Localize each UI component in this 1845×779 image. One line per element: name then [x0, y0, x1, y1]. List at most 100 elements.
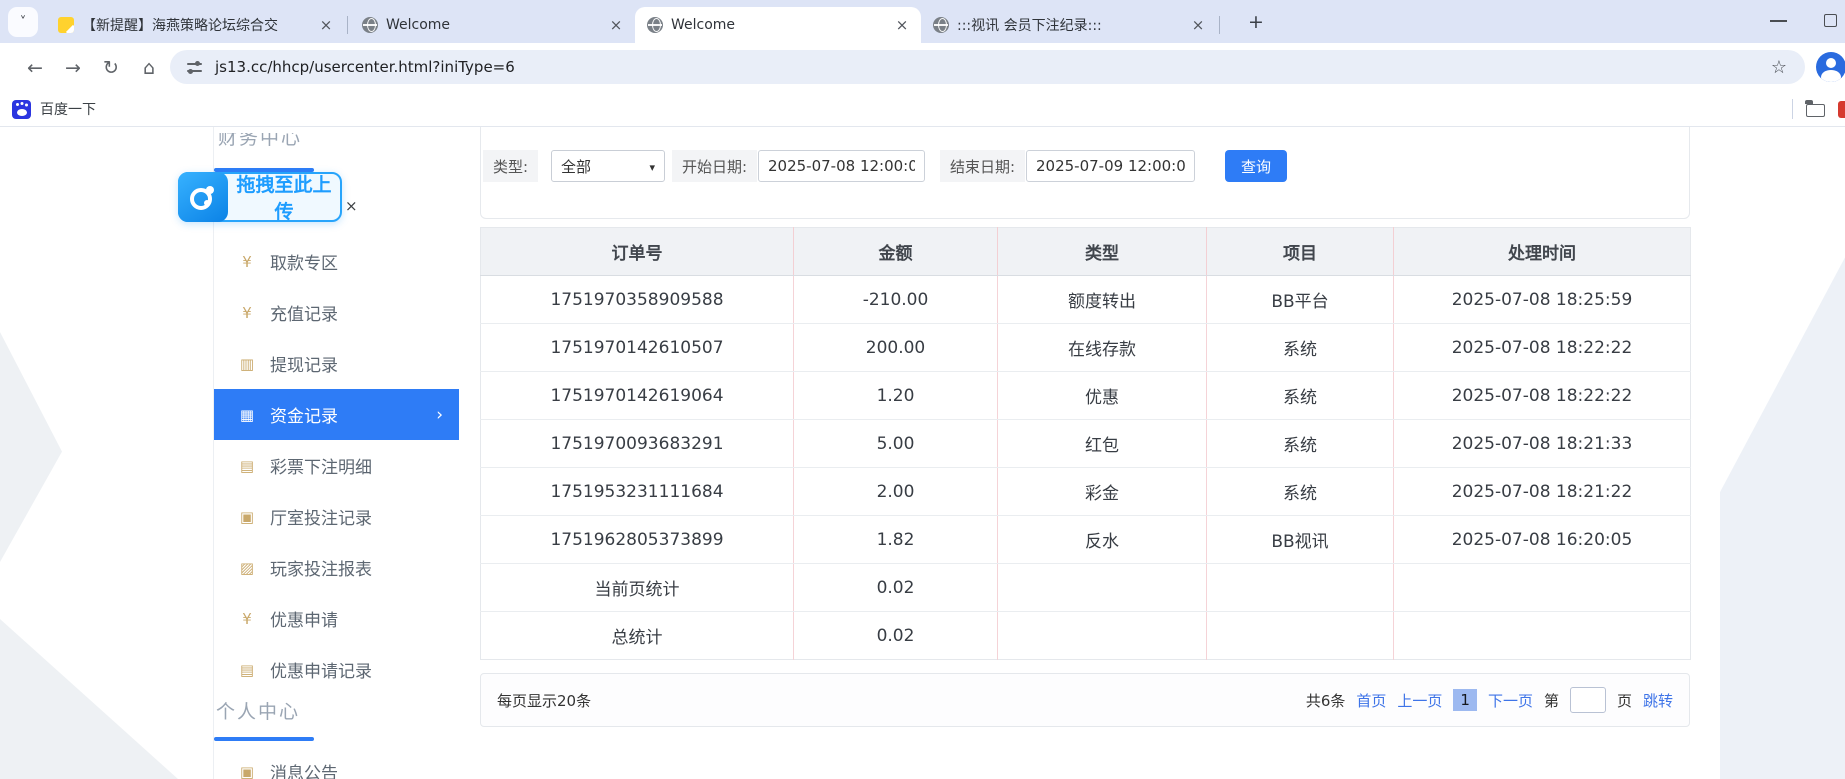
- end-date-input[interactable]: [1026, 150, 1195, 182]
- sidebar-item-cashout-record[interactable]: ▥提现记录: [214, 338, 459, 389]
- window-restore-button[interactable]: [1824, 14, 1837, 27]
- end-date-label: 结束日期:: [940, 150, 1025, 182]
- tab-close-icon[interactable]: [1189, 16, 1207, 34]
- table-cell: 1751970142610507: [481, 324, 794, 372]
- table-column-header: 类型: [998, 228, 1207, 276]
- prev-page-link[interactable]: 上一页: [1397, 690, 1442, 711]
- table-cell: 2025-07-08 18:25:59: [1394, 276, 1691, 324]
- tab-title: :::视讯 会员下注纪录:::: [957, 15, 1181, 35]
- sidebar-item-label: 优惠申请: [270, 606, 338, 631]
- table-cell: 1751962805373899: [481, 516, 794, 564]
- sidebar-item-recharge-record[interactable]: ¥充值记录: [214, 287, 459, 338]
- new-tab-button[interactable]: [1243, 9, 1269, 35]
- next-page-link[interactable]: 下一页: [1488, 690, 1533, 711]
- forum-favicon-icon: [58, 17, 74, 33]
- netdisk-cloud-icon: [178, 172, 228, 222]
- browser-tab[interactable]: 【新提醒】海燕策略论坛综合交: [46, 7, 345, 43]
- drag-upload-overlay[interactable]: 拖拽至此上传: [178, 172, 342, 222]
- sidebar-item-message-notice[interactable]: ▣消息公告: [214, 746, 459, 779]
- first-page-link[interactable]: 首页: [1356, 690, 1386, 711]
- table-cell: BB视讯: [1207, 516, 1394, 564]
- sidebar-item-promo-apply-record[interactable]: ▤优惠申请记录: [214, 644, 459, 695]
- globe-favicon-icon: [647, 17, 663, 33]
- table-cell: 1751953231111684: [481, 468, 794, 516]
- forward-button[interactable]: [60, 55, 86, 81]
- table-cell: [1207, 612, 1394, 660]
- background-right-gutter: [1720, 127, 1845, 779]
- browser-tab-strip: 【新提醒】海燕策略论坛综合交 Welcome Welcome:::视讯 会员下注纪录…: [0, 0, 1845, 43]
- bookmarks-bar: 百度一下: [0, 91, 1845, 127]
- tab-close-icon[interactable]: [607, 16, 625, 34]
- browser-tab[interactable]: Welcome: [635, 7, 921, 43]
- table-column-header: 处理时间: [1394, 228, 1691, 276]
- address-bar[interactable]: js13.cc/hhcp/usercenter.html?iniType=6: [170, 50, 1805, 84]
- table-cell: 额度转出: [998, 276, 1207, 324]
- sidebar-item-label: 充值记录: [270, 300, 338, 325]
- tab-close-icon[interactable]: [893, 16, 911, 34]
- tab-title: Welcome: [386, 17, 599, 33]
- sidebar-item-withdraw[interactable]: ¥取款专区: [214, 236, 459, 287]
- start-date-input[interactable]: [758, 150, 925, 182]
- sidebar-item-hall-bet-record[interactable]: ▣厅室投注记录: [214, 491, 459, 542]
- url-text[interactable]: js13.cc/hhcp/usercenter.html?iniType=6: [215, 58, 515, 76]
- jump-prefix-text: 第: [1544, 690, 1559, 711]
- back-button[interactable]: [22, 55, 48, 81]
- jump-page-input[interactable]: [1570, 687, 1606, 713]
- type-select[interactable]: 全部: [551, 150, 665, 182]
- section-underline: [214, 737, 314, 741]
- chevron-down-icon: [20, 15, 27, 30]
- window-minimize-button[interactable]: [1770, 20, 1787, 22]
- type-select-value: 全部: [561, 156, 591, 177]
- tab-separator: [1219, 16, 1220, 34]
- promo-apply-record-icon: ▤: [237, 661, 257, 679]
- table-row: 当前页统计0.02: [481, 564, 1691, 612]
- player-bet-report-icon: ▨: [237, 559, 257, 577]
- table-cell: [998, 564, 1207, 612]
- table-column-header: 订单号: [481, 228, 794, 276]
- reload-button[interactable]: [98, 55, 124, 81]
- browser-tab[interactable]: Welcome: [350, 7, 635, 43]
- table-cell: 5.00: [794, 420, 998, 468]
- table-row: 17519628053738991.82反水BB视讯2025-07-08 16:…: [481, 516, 1691, 564]
- table-cell: 系统: [1207, 420, 1394, 468]
- table-cell: 2025-07-08 18:21:33: [1394, 420, 1691, 468]
- table-cell: 彩金: [998, 468, 1207, 516]
- tab-close-icon[interactable]: [317, 16, 335, 34]
- page-content: 财务中心 ▤存款专区¥取款专区¥充值记录▥提现记录▦资金记录▤彩票下注明细▣厅室…: [0, 127, 1845, 779]
- page-size-text: 每页显示20条: [497, 690, 591, 711]
- bookmark-star-icon[interactable]: [1771, 57, 1787, 78]
- other-bookmarks-folder-icon[interactable]: [1806, 104, 1825, 117]
- current-page-indicator[interactable]: 1: [1453, 689, 1477, 711]
- sidebar-item-label: 厅室投注记录: [270, 504, 372, 529]
- table-cell: 1751970093683291: [481, 420, 794, 468]
- browser-tab[interactable]: :::视讯 会员下注纪录:::: [921, 7, 1217, 43]
- table-cell: 当前页统计: [481, 564, 794, 612]
- clipped-bookmark-icon[interactable]: [1838, 101, 1845, 118]
- tab-title: Welcome: [671, 17, 885, 33]
- upload-overlay-close-icon[interactable]: [345, 197, 358, 215]
- sidebar-section-finance: 财务中心: [218, 133, 418, 159]
- jump-button[interactable]: 跳转: [1643, 690, 1673, 711]
- table-cell: 总统计: [481, 612, 794, 660]
- table-cell: 在线存款: [998, 324, 1207, 372]
- home-button[interactable]: [136, 55, 162, 81]
- tab-search-button[interactable]: [8, 7, 38, 37]
- site-settings-icon[interactable]: [187, 61, 202, 73]
- background-triangle-decoration: [0, 619, 178, 779]
- bookmarks-separator: [1792, 99, 1793, 119]
- sidebar-item-promo-apply[interactable]: ¥优惠申请: [214, 593, 459, 644]
- profile-avatar[interactable]: [1816, 52, 1845, 82]
- sidebar-item-funds-record[interactable]: ▦资金记录: [214, 389, 459, 440]
- table-row: 17519532311116842.00彩金系统2025-07-08 18:21…: [481, 468, 1691, 516]
- chevron-down-icon: [649, 157, 655, 175]
- funds-record-table: 订单号金额类型项目处理时间 1751970358909588-210.00额度转…: [480, 227, 1691, 660]
- search-button[interactable]: 查询: [1225, 150, 1287, 182]
- sidebar-item-lottery-bet-detail[interactable]: ▤彩票下注明细: [214, 440, 459, 491]
- sidebar-item-label: 资金记录: [270, 402, 338, 427]
- sidebar-item-player-bet-report[interactable]: ▨玩家投注报表: [214, 542, 459, 593]
- table-cell: 1.20: [794, 372, 998, 420]
- table-column-header: 项目: [1207, 228, 1394, 276]
- table-cell: [1207, 564, 1394, 612]
- bookmark-item-baidu[interactable]: 百度一下: [12, 96, 96, 122]
- table-cell: 2025-07-08 18:22:22: [1394, 372, 1691, 420]
